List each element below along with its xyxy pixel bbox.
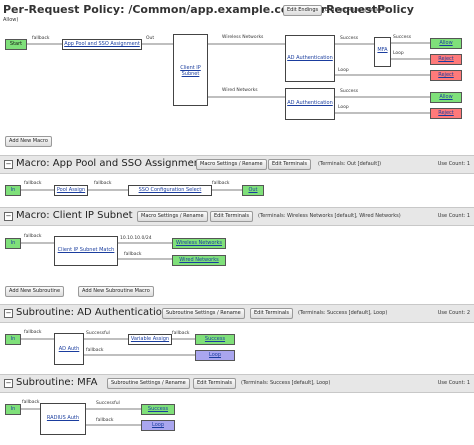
subroutine-mfa-header: − Subroutine: MFA Subroutine Settings / … bbox=[0, 374, 474, 393]
subroutine-ad-title: Subroutine: AD Authentication bbox=[16, 307, 169, 318]
variable-assign-node[interactable]: Variable Assign bbox=[128, 334, 172, 345]
subroutine-in-node: In bbox=[5, 404, 21, 415]
edit-terminals-button[interactable]: Edit Terminals bbox=[268, 159, 312, 170]
loop-label-1: Loop bbox=[338, 68, 349, 73]
client-ip-subnet-node[interactable]: Client IP Subnet bbox=[173, 34, 208, 106]
fallback-label: fallback bbox=[96, 418, 114, 423]
fallback-label: fallback bbox=[172, 331, 190, 336]
endings-note: (Endings: Reject [default], bbox=[323, 7, 389, 13]
success-label-3: Success bbox=[340, 89, 359, 94]
subroutine-settings-button[interactable]: Subroutine Settings / Rename bbox=[162, 308, 245, 319]
terminals-note: (Terminals: Success [default], Loop) bbox=[298, 310, 388, 316]
subroutine-settings-button[interactable]: Subroutine Settings / Rename bbox=[107, 378, 190, 389]
collapse-toggle-icon[interactable]: − bbox=[4, 212, 13, 221]
macro-in-node: In bbox=[5, 238, 21, 249]
loop-terminal[interactable]: Loop bbox=[195, 350, 235, 361]
ad-auth-node-1[interactable]: AD Authentication bbox=[285, 35, 335, 82]
use-count: Use Count: 2 bbox=[437, 310, 470, 316]
fallback-label: fallback bbox=[24, 330, 42, 335]
edit-terminals-button[interactable]: Edit Terminals bbox=[193, 378, 237, 389]
mfa-node[interactable]: MFA bbox=[374, 37, 391, 67]
wireless-networks-terminal[interactable]: Wireless Networks bbox=[172, 238, 226, 249]
ad-auth-label-1: AD Authentication bbox=[287, 55, 333, 61]
terminals-note: (Terminals: Success [default], Loop) bbox=[241, 380, 331, 386]
fallback-label: fallback bbox=[94, 181, 112, 186]
radius-auth-node[interactable]: RADIUS Auth bbox=[40, 403, 86, 435]
ad-auth-node[interactable]: AD Auth bbox=[54, 333, 84, 365]
fallback-label: fallback bbox=[86, 348, 104, 353]
macro-out-terminal[interactable]: Out bbox=[242, 185, 264, 196]
reject-ending-1[interactable]: Reject bbox=[430, 54, 462, 65]
edit-terminals-button[interactable]: Edit Terminals bbox=[210, 211, 254, 222]
pool-assign-node[interactable]: Pool Assign bbox=[54, 185, 88, 196]
macro-client-ip-title: Macro: Client IP Subnet bbox=[16, 210, 133, 221]
terminals-note: (Terminals: Wireless Networks [default],… bbox=[258, 213, 401, 219]
loop-label-3: Loop bbox=[338, 105, 349, 110]
collapse-toggle-icon[interactable]: − bbox=[4, 309, 13, 318]
subnet-match-label: Client IP Subnet Match bbox=[57, 247, 115, 253]
edit-endings-button[interactable]: Edit Endings bbox=[283, 5, 323, 16]
loop-terminal[interactable]: Loop bbox=[141, 420, 175, 431]
collapse-toggle-icon[interactable]: − bbox=[4, 379, 13, 388]
fallback-label: fallback bbox=[212, 181, 230, 186]
macro-settings-button[interactable]: Macro Settings / Rename bbox=[137, 211, 208, 222]
ad-auth-label: AD Auth bbox=[58, 346, 80, 352]
ad-auth-label-2: AD Authentication bbox=[287, 100, 333, 106]
allow-ending-2[interactable]: Allow bbox=[430, 92, 462, 103]
use-count: Use Count: 1 bbox=[437, 380, 470, 386]
use-count: Use Count: 1 bbox=[437, 213, 470, 219]
ad-auth-node-2[interactable]: AD Authentication bbox=[285, 88, 335, 120]
reject-ending-2[interactable]: Reject bbox=[430, 70, 462, 81]
mfa-label: MFA bbox=[377, 47, 388, 53]
collapse-toggle-icon[interactable]: − bbox=[4, 160, 13, 169]
macro-app-pool-header: − Macro: App Pool and SSO Assignment Mac… bbox=[0, 155, 474, 174]
start-node[interactable]: Start bbox=[5, 39, 27, 50]
fallback-label: fallback bbox=[24, 181, 42, 186]
wireless-networks-label: Wireless Networks bbox=[222, 35, 264, 40]
sso-config-select-node[interactable]: SSO Configuration Select bbox=[128, 185, 212, 196]
fallback-label: fallback bbox=[24, 234, 42, 239]
macro-in-node: In bbox=[5, 185, 21, 196]
edit-terminals-button[interactable]: Edit Terminals bbox=[250, 308, 294, 319]
loop-label-2: Loop bbox=[393, 51, 404, 56]
wired-networks-label: Wired Networks bbox=[222, 88, 258, 93]
success-label-1: Success bbox=[340, 36, 359, 41]
allow-ending-1[interactable]: Allow bbox=[430, 38, 462, 49]
macro-node-app-pool[interactable]: App Pool and SSO Assignment bbox=[62, 39, 142, 50]
fallback-label: fallback bbox=[22, 400, 40, 405]
macro-settings-button[interactable]: Macro Settings / Rename bbox=[196, 159, 267, 170]
subroutine-ad-header: − Subroutine: AD Authentication Subrouti… bbox=[0, 304, 474, 323]
subroutine-in-node: In bbox=[5, 334, 21, 345]
out-label: Out bbox=[146, 36, 155, 41]
success-terminal[interactable]: Success bbox=[195, 334, 235, 345]
macro-app-pool-title: Macro: App Pool and SSO Assignment bbox=[16, 158, 205, 169]
reject-ending-3[interactable]: Reject bbox=[430, 108, 462, 119]
use-count: Use Count: 1 bbox=[437, 161, 470, 167]
wired-networks-terminal[interactable]: Wired Networks bbox=[172, 255, 226, 266]
client-ip-subnet-label: Client IP Subnet bbox=[180, 65, 201, 77]
successful-label: Successful bbox=[86, 331, 110, 336]
success-terminal[interactable]: Success bbox=[141, 404, 175, 415]
add-new-subroutine-button[interactable]: Add New Subroutine bbox=[5, 286, 65, 297]
terminals-note: (Terminals: Out [default]) bbox=[318, 161, 382, 167]
client-ip-subnet-match-node[interactable]: Client IP Subnet Match bbox=[54, 236, 118, 266]
endings-note-cont: Allow) bbox=[3, 17, 19, 23]
success-label-2: Success bbox=[393, 35, 412, 40]
fallback-label: fallback bbox=[124, 252, 142, 257]
fallback-label: fallback bbox=[32, 36, 50, 41]
macro-client-ip-header: − Macro: Client IP Subnet Macro Settings… bbox=[0, 207, 474, 226]
radius-auth-label: RADIUS Auth bbox=[46, 415, 80, 421]
subroutine-mfa-title: Subroutine: MFA bbox=[16, 377, 98, 388]
add-new-macro-button[interactable]: Add New Macro bbox=[5, 136, 52, 147]
add-new-subroutine-macro-button[interactable]: Add New Subroutine Macro bbox=[78, 286, 154, 297]
subnet-value-label: 10.10.10.0/24 bbox=[120, 236, 152, 241]
successful-label: Successful bbox=[96, 401, 120, 406]
